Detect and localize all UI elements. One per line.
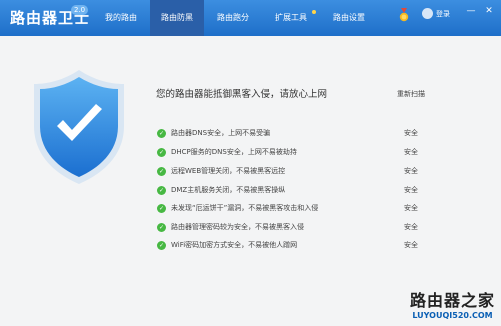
tab-my-router[interactable]: 我的路由 xyxy=(94,0,148,36)
item-text: DHCP服务的DNS安全，上网不易被劫持 xyxy=(171,148,297,156)
check-icon: ✓ xyxy=(157,241,166,250)
scan-result-headline: 您的路由器能抵御黑客入侵，请放心上网 xyxy=(156,89,328,100)
item-status: 安全 xyxy=(404,167,418,175)
item-status: 安全 xyxy=(404,223,418,231)
item-text: 路由器管理密码较为安全，不易被黑客入侵 xyxy=(171,223,304,231)
list-item: ✓ 远程WEB管理关闭，不易被黑客远控 安全 xyxy=(157,166,427,178)
check-icon: ✓ xyxy=(157,129,166,138)
list-item: ✓ 未发现“厄运饼干”漏洞，不易被黑客攻击和入侵 安全 xyxy=(157,203,427,215)
list-item: ✓ 路由器DNS安全，上网不易受骗 安全 xyxy=(157,128,427,140)
medal-icon[interactable] xyxy=(398,8,410,22)
check-icon: ✓ xyxy=(157,223,166,232)
item-text: 远程WEB管理关闭，不易被黑客远控 xyxy=(171,167,286,175)
check-icon: ✓ xyxy=(157,186,166,195)
watermark-title: 路由器之家 xyxy=(409,291,495,310)
item-text: 未发现“厄运饼干”漏洞，不易被黑客攻击和入侵 xyxy=(171,204,319,212)
tab-label: 路由设置 xyxy=(333,13,365,22)
watermark-url: LUYOUQI520.COM xyxy=(412,311,493,320)
tab-anti-hack[interactable]: 路由防黑 xyxy=(150,0,204,36)
item-status: 安全 xyxy=(404,129,418,137)
tab-router-benchmark[interactable]: 路由跑分 xyxy=(206,0,260,36)
shield-check-icon xyxy=(34,70,124,184)
item-text: 路由器DNS安全，上网不易受骗 xyxy=(171,129,271,137)
check-icon: ✓ xyxy=(157,148,166,157)
item-status: 安全 xyxy=(404,186,418,194)
item-text: WiFi密码加密方式安全，不易被他人蹭网 xyxy=(171,241,298,249)
new-badge-dot xyxy=(312,10,316,14)
check-icon: ✓ xyxy=(157,204,166,213)
item-text: DMZ主机服务关闭，不易被黑客操纵 xyxy=(171,186,286,194)
user-avatar-icon[interactable] xyxy=(422,8,433,19)
item-status: 安全 xyxy=(404,148,418,156)
tab-label: 路由跑分 xyxy=(217,13,249,22)
tab-extension-tools[interactable]: 扩展工具 xyxy=(262,0,320,36)
check-icon: ✓ xyxy=(157,167,166,176)
tab-label: 路由防黑 xyxy=(161,13,193,22)
minimize-button[interactable]: — xyxy=(466,6,476,16)
tab-label: 扩展工具 xyxy=(275,13,307,22)
item-status: 安全 xyxy=(404,241,418,249)
tab-label: 我的路由 xyxy=(105,13,137,22)
list-item: ✓ WiFi密码加密方式安全，不易被他人蹭网 安全 xyxy=(157,240,427,252)
tab-router-settings[interactable]: 路由设置 xyxy=(322,0,376,36)
login-link[interactable]: 登录 xyxy=(436,9,450,19)
list-item: ✓ 路由器管理密码较为安全，不易被黑客入侵 安全 xyxy=(157,222,427,234)
item-status: 安全 xyxy=(404,204,418,212)
version-badge: 2.0 xyxy=(71,5,89,15)
close-button[interactable]: ✕ xyxy=(484,6,494,16)
rescan-button[interactable]: 重新扫描 xyxy=(397,89,425,99)
watermark: 路由器之家 LUYOUQI520.COM xyxy=(410,287,495,320)
list-item: ✓ DHCP服务的DNS安全，上网不易被劫持 安全 xyxy=(157,147,427,159)
list-item: ✓ DMZ主机服务关闭，不易被黑客操纵 安全 xyxy=(157,185,427,197)
title-bar: 路由器卫士 2.0 我的路由 路由防黑 路由跑分 扩展工具 路由设置 登录 — … xyxy=(0,0,501,36)
